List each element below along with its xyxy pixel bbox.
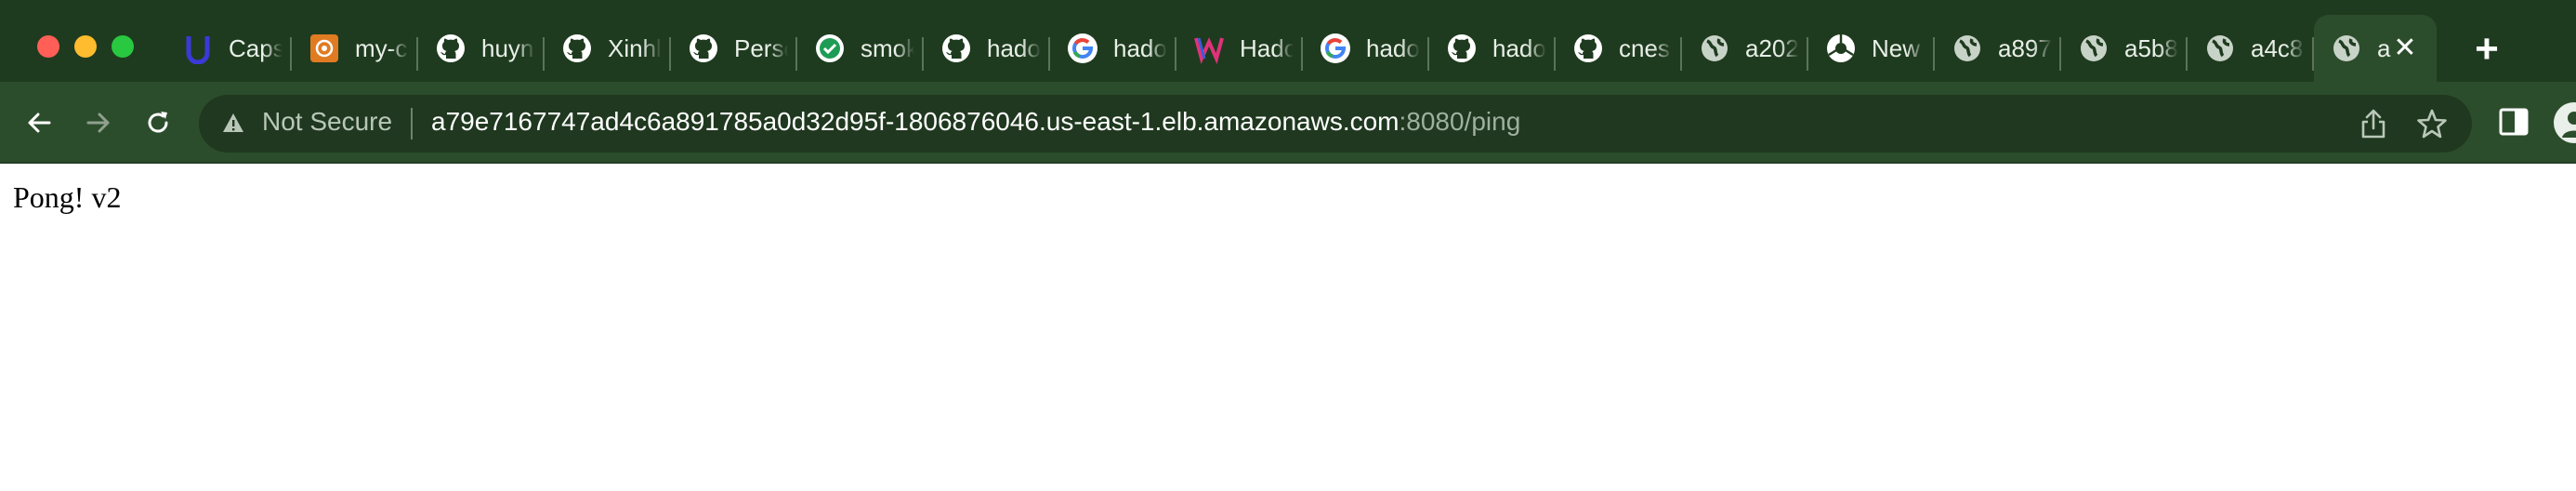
tab-label: a4c8 [2251,33,2304,62]
globe-icon [2331,33,2362,64]
tab[interactable]: smok [797,15,924,82]
tab-label: huyn [481,33,534,62]
green-check-icon [814,33,846,64]
github-icon [940,33,972,64]
tab[interactable]: a5b8 [2061,15,2188,82]
person-icon [2562,112,2576,138]
udacity-icon [182,33,214,64]
tab[interactable]: my-c [292,15,418,82]
zoom-window-button[interactable] [112,35,134,58]
tab-label: New [1872,33,1921,62]
tab-label: hado [1366,33,1420,62]
close-window-button[interactable] [37,35,59,58]
reload-button[interactable] [138,102,178,143]
tab-strip: Caps my-c huyn Xinhl Perso smok hado hado Hado ha… [0,0,2576,82]
tab-label: Perso [734,33,788,62]
bookmark-star-icon[interactable] [2416,108,2448,139]
page-content: Pong! v2 [0,166,2576,491]
tab-label: hado [1113,33,1167,62]
tab-label: a897 [1998,33,2052,62]
tab[interactable]: hado [1050,15,1176,82]
tab[interactable]: Perso [671,15,797,82]
tab-label: hado [1492,33,1546,62]
address-bar[interactable]: Not Secure a79e7167747ad4c6a891785a0d32d… [199,95,2472,153]
tab-label: a5b8 [2124,33,2178,62]
arrow-right-icon [86,113,110,133]
side-panel-icon[interactable] [2498,106,2530,138]
tab[interactable]: a202 [1682,15,1808,82]
chrome-icon [1825,33,1857,64]
tab[interactable]: Xinhl [545,15,671,82]
back-button[interactable] [19,102,59,143]
tab-label: cnes [1619,33,1670,62]
globe-icon [1952,33,1983,64]
tab[interactable]: New [1808,15,1935,82]
minimize-window-button[interactable] [74,35,97,58]
tab[interactable]: hado [1303,15,1429,82]
tab[interactable]: a4c8 [2188,15,2314,82]
github-icon [1446,33,1478,64]
tab-label: Xinhl [608,33,662,62]
globe-icon [1699,33,1730,64]
google-icon [1067,33,1098,64]
url-path: :8080/ping [1399,107,1521,136]
github-icon [435,33,467,64]
tab[interactable]: huyn [418,15,545,82]
tab[interactable]: Caps [165,15,292,82]
google-icon [1320,33,1351,64]
profile-avatar-icon[interactable] [2554,102,2576,143]
tab[interactable]: a897 [1935,15,2061,82]
github-icon [688,33,719,64]
tab[interactable]: cnes [1556,15,1682,82]
github-icon [1572,33,1604,64]
tab[interactable]: Hado [1176,15,1303,82]
globe-icon [2078,33,2109,64]
github-icon [561,33,593,64]
url-text[interactable]: a79e7167747ad4c6a891785a0d32d95f-1806876… [431,107,1520,137]
tab-label: a202 [1745,33,1799,62]
response-text: Pong! v2 [13,180,122,214]
tab-label: my-c [355,33,408,62]
url-host: a79e7167747ad4c6a891785a0d32d95f-1806876… [431,107,1400,136]
globe-icon [2204,33,2236,64]
security-status-label[interactable]: Not Secure [262,107,392,137]
share-icon[interactable] [2359,108,2388,139]
reload-icon [148,112,168,133]
tab-label: hado [987,33,1041,62]
tab-active[interactable]: a ✕ [2314,15,2437,82]
tab-label: smok [861,33,914,62]
tab[interactable]: hado [1429,15,1556,82]
forward-button[interactable] [78,102,119,143]
arrow-left-icon [28,113,51,133]
omnibox-divider [411,108,413,139]
aws-orange-icon [309,33,340,64]
w-logo-icon [1193,33,1225,64]
warning-triangle-icon [223,113,243,132]
tab[interactable]: hado [924,15,1050,82]
new-tab-button[interactable]: + [2468,29,2505,70]
toolbar: Not Secure a79e7167747ad4c6a891785a0d32d… [0,82,2576,164]
tab-label: Hado [1240,33,1294,62]
tab-list: Caps my-c huyn Xinhl Perso smok hado hado Hado ha… [165,15,2437,82]
close-tab-icon[interactable]: ✕ [2390,33,2420,63]
tab-label: Caps [229,33,283,62]
